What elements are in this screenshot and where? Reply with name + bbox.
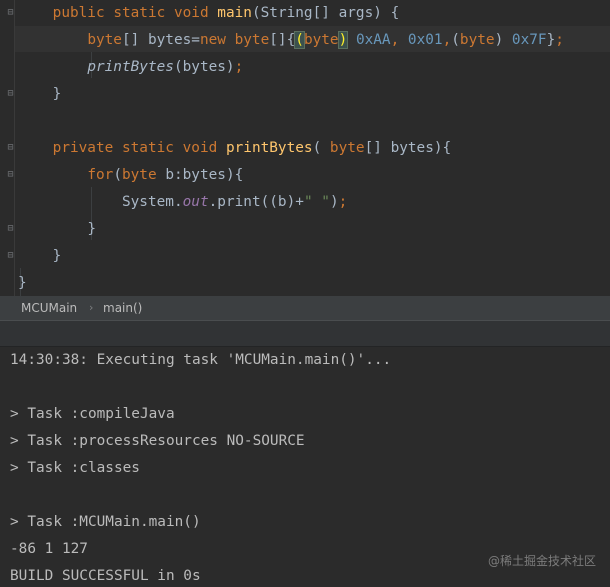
code-line[interactable]: }	[18, 216, 96, 242]
code-token: ;	[234, 59, 244, 75]
fold-minus-icon[interactable]: ⊟	[5, 8, 16, 18]
code-token: byte	[329, 140, 365, 156]
code-editor[interactable]: ⊟ ⊟ ⊟ ⊟ ⊟ ⊟ public static void main(Stri…	[0, 0, 610, 296]
code-line[interactable]: for(byte b:bytes){	[18, 162, 243, 188]
console-line: > Task :MCUMain.main()	[10, 514, 201, 530]
code-token: byte	[87, 32, 122, 48]
code-line[interactable]: }	[18, 270, 27, 296]
code-token: }	[52, 86, 62, 102]
code-token: byte	[121, 167, 166, 183]
code-token: static	[121, 140, 183, 156]
code-token: }	[87, 221, 96, 237]
code-token: ,	[442, 32, 452, 48]
fold-minus-icon[interactable]: ⊟	[5, 170, 16, 180]
code-token: printBytes	[87, 59, 174, 75]
code-token: main	[217, 5, 252, 21]
code-token: printBytes	[225, 140, 313, 156]
code-token: }	[52, 248, 62, 264]
code-token: (String[] args) {	[251, 5, 400, 21]
code-token: (	[451, 32, 460, 48]
breadcrumb-separator: ›	[89, 301, 94, 314]
code-token: )	[329, 194, 339, 210]
code-token: for	[87, 167, 114, 183]
code-token: [] bytes=	[121, 32, 200, 48]
console-line: > Task :classes	[10, 460, 140, 476]
code-token: ;	[555, 32, 564, 48]
console-line: BUILD SUCCESSFUL in 0s	[10, 568, 201, 584]
code-line[interactable]: }	[18, 243, 62, 269]
code-token: out	[182, 194, 209, 210]
code-token: }	[546, 32, 556, 48]
code-line[interactable]: }	[18, 81, 62, 107]
code-token: byte	[303, 32, 339, 48]
breadcrumb-class[interactable]: MCUMain	[21, 296, 77, 320]
code-token: (	[113, 167, 122, 183]
code-line[interactable]: private static void printBytes( byte[] b…	[18, 135, 452, 161]
code-token: (	[294, 31, 305, 49]
code-token: public	[52, 5, 114, 21]
code-token: b:bytes){	[165, 167, 244, 183]
fold-end-icon[interactable]: ⊟	[5, 89, 16, 99]
code-token: 0x7F	[511, 32, 547, 48]
console-line: 14:30:38: Executing task 'MCUMain.main()…	[10, 352, 392, 368]
code-token: " "	[303, 194, 330, 210]
code-token: void	[173, 5, 218, 21]
code-token: ,	[390, 32, 408, 48]
code-line[interactable]: public static void main(String[] args) {	[18, 0, 400, 26]
code-token: }	[18, 275, 27, 291]
code-line[interactable]: printBytes(bytes);	[18, 54, 243, 80]
panel-divider[interactable]	[0, 320, 610, 347]
console-line: -86 1 127	[10, 541, 88, 557]
code-token: 0x01	[407, 32, 443, 48]
breadcrumb: MCUMain › main()	[0, 296, 610, 320]
code-token: .print((b)+	[208, 194, 304, 210]
code-token: ;	[338, 194, 348, 210]
code-token: )	[494, 32, 512, 48]
code-token: (	[312, 140, 330, 156]
code-token: void	[182, 140, 226, 156]
fold-end-icon[interactable]: ⊟	[5, 251, 16, 261]
code-token: []{	[269, 32, 296, 48]
code-token: new	[199, 32, 235, 48]
code-token: )	[337, 31, 349, 49]
console-line: > Task :processResources NO-SOURCE	[10, 433, 305, 449]
code-line[interactable]: System.out.print((b)+" ");	[18, 189, 347, 215]
fold-minus-icon[interactable]: ⊟	[5, 143, 16, 153]
code-token: byte	[459, 32, 495, 48]
watermark-text: @稀土掘金技术社区	[487, 554, 596, 568]
code-token: static	[113, 5, 174, 21]
code-token: 0xAA	[355, 32, 391, 48]
fold-end-icon[interactable]: ⊟	[5, 224, 16, 234]
code-line[interactable]: byte[] bytes=new byte[]{(byte) 0xAA, 0x0…	[18, 27, 564, 53]
code-token: private	[52, 140, 122, 156]
breadcrumb-method[interactable]: main()	[103, 296, 142, 320]
code-token: (bytes)	[173, 59, 235, 75]
console-line: > Task :compileJava	[10, 406, 175, 422]
run-console[interactable]: 14:30:38: Executing task 'MCUMain.main()…	[0, 347, 610, 587]
code-token: byte	[234, 32, 270, 48]
code-token: [] bytes){	[364, 140, 452, 156]
code-token: System.	[121, 194, 183, 210]
